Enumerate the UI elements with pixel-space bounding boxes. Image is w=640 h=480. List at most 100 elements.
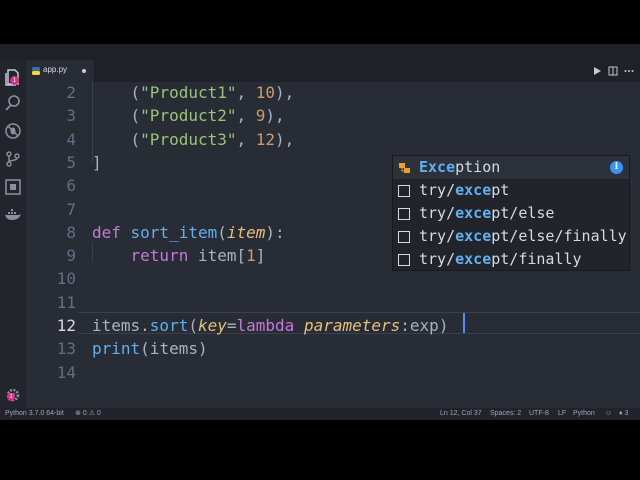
- tab-filename: app.py: [43, 65, 68, 74]
- suggestion-text-part: try/: [419, 181, 456, 199]
- suggestion-label: try/except: [419, 181, 509, 199]
- line-number: 3: [66, 106, 76, 126]
- suggestion-item[interactable]: try/except/else/finally: [393, 225, 629, 248]
- line-number: 14: [56, 362, 76, 382]
- code-token: 9: [255, 106, 266, 126]
- suggestion-label: try/except/else: [419, 204, 554, 222]
- text-cursor: [463, 313, 465, 333]
- code-line[interactable]: ]: [92, 153, 102, 173]
- suggestion-text-part: e: [482, 227, 492, 245]
- extensions-icon[interactable]: [4, 178, 22, 196]
- line-number: 4: [66, 129, 76, 149]
- code-line[interactable]: ("Product2", 9),: [92, 106, 285, 126]
- code-token: (: [188, 316, 198, 335]
- notifications[interactable]: ♦ 3: [619, 410, 628, 418]
- run-icon[interactable]: [592, 66, 602, 76]
- interpreter-selector[interactable]: Python 3.7.0 64-bit: [5, 410, 64, 418]
- suggestion-text-part: pt/finally: [491, 250, 582, 268]
- suggestion-item[interactable]: try/except: [393, 179, 629, 202]
- encoding[interactable]: UTF-8: [529, 410, 549, 418]
- letterbox-bottom: [0, 420, 640, 480]
- code-token: ,: [236, 106, 256, 126]
- line-number: 7: [66, 199, 76, 219]
- code-token: print: [92, 339, 141, 359]
- code-token: =: [226, 316, 237, 335]
- line-number: 12: [56, 316, 76, 335]
- code-line[interactable]: ("Product1", 10),: [92, 83, 295, 103]
- suggestion-text-part: exc: [455, 181, 483, 199]
- suggestion-text-part: pt/else/finally: [491, 227, 627, 245]
- suggestion-text-part: exc: [455, 204, 483, 222]
- source-control-icon[interactable]: [4, 150, 22, 168]
- suggestion-label: try/except/else/finally: [419, 227, 627, 245]
- code-token: (: [92, 129, 141, 149]
- suggestion-text-part: exc: [455, 227, 483, 245]
- line-number: 9: [66, 246, 76, 266]
- suggestion-text-part: Exc: [419, 158, 447, 176]
- suggestion-item[interactable]: Exception i: [393, 156, 629, 179]
- smiley-icon[interactable]: ☺: [605, 410, 612, 418]
- code-token: (: [217, 222, 227, 242]
- code-line[interactable]: ("Product3", 12),: [92, 129, 295, 150]
- code-token: 10: [255, 83, 276, 102]
- docker-icon[interactable]: [4, 206, 22, 224]
- suggestion-text-part: exc: [455, 250, 483, 268]
- info-icon[interactable]: i: [610, 161, 623, 174]
- language-mode[interactable]: Python: [573, 410, 595, 418]
- code-token: lambda: [236, 316, 304, 335]
- suggestion-label: try/except/finally: [419, 250, 582, 268]
- line-number: 13: [56, 339, 76, 359]
- suggestion-text-part: e: [446, 158, 456, 176]
- code-token: return: [130, 246, 189, 266]
- letterbox-top: [0, 0, 640, 44]
- code-token: ),: [275, 83, 295, 102]
- code-token: parameters: [303, 316, 401, 335]
- code-token: item[: [188, 246, 247, 266]
- explorer-badge: 1: [10, 76, 19, 85]
- line-number: 6: [66, 176, 76, 196]
- code-token: ):: [265, 222, 285, 242]
- code-token: ,: [236, 129, 256, 149]
- code-line[interactable]: return item[1]: [92, 246, 266, 266]
- suggestion-text-part: pt: [491, 181, 510, 199]
- snippet-icon: [398, 208, 410, 220]
- code-token: (: [92, 106, 141, 126]
- code-token: (items): [140, 339, 208, 359]
- code-token: (: [92, 83, 141, 102]
- snippet-icon: [398, 254, 410, 266]
- code-token: 1: [246, 246, 256, 266]
- cursor-position[interactable]: Ln 12, Col 37: [440, 410, 482, 418]
- error-icon: ⊗: [75, 410, 81, 417]
- search-icon[interactable]: [4, 94, 22, 112]
- indentation[interactable]: Spaces: 2: [490, 410, 521, 418]
- no-bug-icon[interactable]: [4, 122, 22, 140]
- line-number: 2: [66, 83, 76, 102]
- code-line[interactable]: items.sort(key=lambda parameters:exp): [92, 316, 448, 336]
- code-line[interactable]: print(items): [92, 339, 208, 359]
- code-token: ]: [255, 246, 266, 266]
- more-actions-icon[interactable]: [624, 66, 634, 76]
- code-token: "Product1": [140, 83, 237, 102]
- python-file-icon: [32, 67, 40, 75]
- activity-bar: 1: [0, 60, 26, 408]
- code-token: "Product3": [140, 129, 237, 149]
- line-ending[interactable]: LF: [558, 410, 566, 418]
- snippet-icon: [398, 231, 410, 243]
- code-line[interactable]: def sort_item(item):: [92, 223, 285, 243]
- snippet-icon: [398, 185, 410, 197]
- line-number: 8: [66, 222, 76, 242]
- suggestion-item[interactable]: try/except/else: [393, 202, 629, 225]
- code-token: ),: [265, 106, 285, 126]
- tab-app-py[interactable]: app.py: [26, 60, 94, 82]
- split-editor-icon[interactable]: [608, 66, 618, 76]
- suggestion-text-part: try/: [419, 227, 456, 245]
- problems-indicator[interactable]: ⊗ 0 ⚠ 0: [75, 410, 101, 418]
- error-count: 0: [82, 410, 87, 417]
- settings-badge: 1: [7, 393, 15, 401]
- line-number: 10: [56, 269, 76, 289]
- code-token: :exp): [400, 316, 449, 335]
- suggestion-text-part: try/: [419, 250, 456, 268]
- suggestion-item[interactable]: try/except/finally: [393, 248, 629, 270]
- unsaved-dot-icon[interactable]: [82, 69, 86, 73]
